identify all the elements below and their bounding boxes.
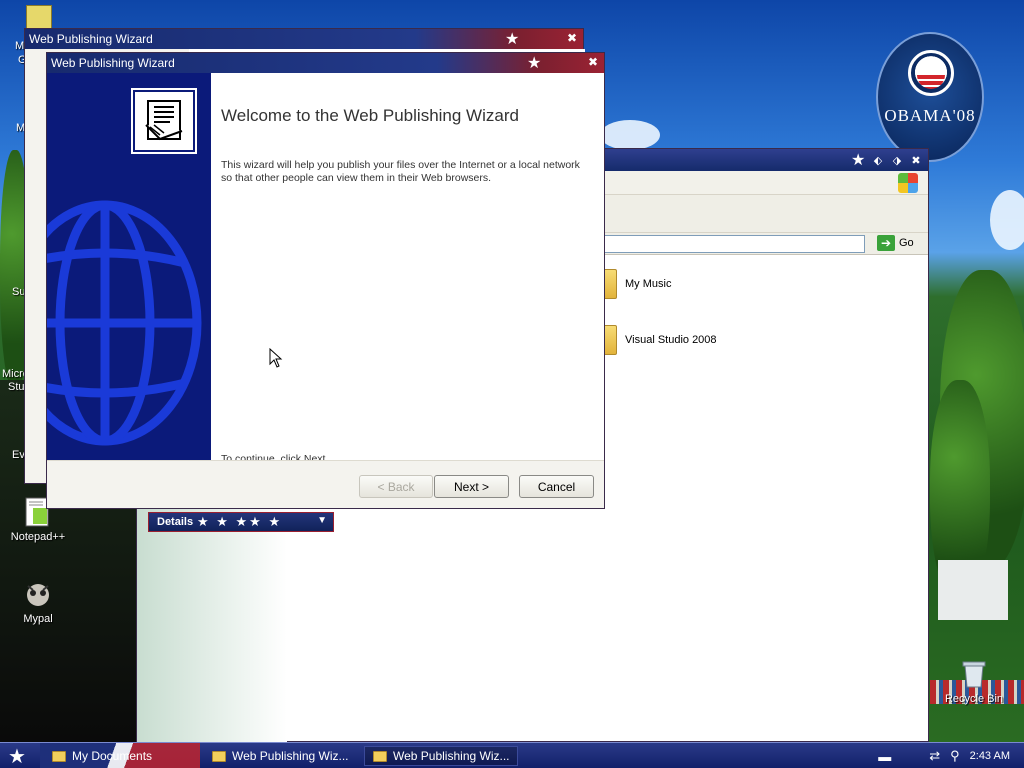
keyboard-icon[interactable]: ▬ xyxy=(878,749,891,764)
folder-icon xyxy=(52,750,66,762)
star-decoration-icon: ★ xyxy=(851,152,866,169)
wizard-window[interactable]: Web Publishing Wizard ★ ✖ Welcome to the… xyxy=(46,52,605,509)
close-icon[interactable]: ✖ xyxy=(908,152,924,168)
folder-icon xyxy=(212,750,226,762)
recycle-bin-icon xyxy=(958,658,990,690)
folder-icon xyxy=(603,269,617,299)
window-title: Web Publishing Wizard xyxy=(29,32,153,46)
desktop-partial-label[interactable]: M xyxy=(15,40,24,52)
desktop-partial-label[interactable]: Ev xyxy=(12,449,25,461)
wizard-intro-text: This wizard will help you publish your f… xyxy=(221,159,580,184)
network-icon[interactable]: ⇄ xyxy=(929,748,940,764)
search-icon[interactable]: ⚲ xyxy=(950,748,960,764)
stars-decoration-icon: ★ ★ ★★ ★ xyxy=(197,514,283,529)
taskbar-item-label: Web Publishing Wiz... xyxy=(393,749,510,763)
go-button[interactable]: ➔ Go xyxy=(877,235,914,251)
obama-logo-icon xyxy=(908,50,954,96)
folder-icon xyxy=(603,325,617,355)
obama-08-badge: OBAMA'08 xyxy=(876,32,984,162)
wizard-heading: Welcome to the Web Publishing Wizard xyxy=(221,106,519,125)
system-tray: ▬ ⇄ ⚲ 2:43 AM xyxy=(878,743,1024,768)
taskbar-item-label: My Documents xyxy=(72,749,153,763)
cancel-button[interactable]: Cancel xyxy=(519,475,594,498)
wizard-body: Welcome to the Web Publishing Wizard Thi… xyxy=(47,73,604,465)
folder-item-visual-studio[interactable]: Visual Studio 2008 xyxy=(603,325,717,355)
wizard-title-bar[interactable]: Web Publishing Wizard ★ ✖ xyxy=(47,53,604,73)
taskbar: ★ My Documents Web Publishing Wiz... Web… xyxy=(0,742,1024,768)
desktop-icon-label: Mypal xyxy=(23,613,53,625)
close-icon[interactable]: ✖ xyxy=(567,31,577,45)
chevron-down-icon[interactable]: ▼ xyxy=(317,515,327,526)
wizard-sidebar xyxy=(47,73,211,460)
minimize-icon[interactable]: ⬖ xyxy=(870,152,886,168)
taskbar-item-wizard-1[interactable]: Web Publishing Wiz... xyxy=(204,746,354,766)
taskbar-item-my-documents[interactable]: My Documents xyxy=(44,746,194,766)
close-icon[interactable]: ✖ xyxy=(588,55,598,69)
details-label: Details xyxy=(157,516,194,528)
go-arrow-icon: ➔ xyxy=(877,235,895,251)
folder-item-label: My Music xyxy=(625,278,672,290)
folder-item-label: Visual Studio 2008 xyxy=(625,334,717,346)
badge-text: OBAMA'08 xyxy=(884,106,976,125)
wizard-back-title-bar[interactable]: Web Publishing Wizard ★ ✖ xyxy=(25,29,583,49)
clock[interactable]: 2:43 AM xyxy=(970,750,1010,762)
windows-flag-icon xyxy=(898,173,918,193)
folder-icon xyxy=(373,750,387,762)
details-panel-header[interactable]: Details ★ ★ ★★ ★ ▼ xyxy=(148,512,334,532)
desktop-icon-label: Notepad++ xyxy=(10,531,66,543)
next-button[interactable]: Next > xyxy=(434,475,509,498)
back-button[interactable]: < Back xyxy=(359,475,433,498)
start-star-icon[interactable]: ★ xyxy=(4,744,30,768)
mypal-icon xyxy=(22,578,54,610)
desktop-icon-label: Recycle Bin xyxy=(944,693,1004,705)
desktop-icon-recycle-bin[interactable]: Recycle Bin xyxy=(936,658,1012,705)
desktop-icon-mypal[interactable]: Mypal xyxy=(0,578,76,625)
web-publishing-icon xyxy=(131,88,197,154)
taskbar-item-label: Web Publishing Wiz... xyxy=(232,749,349,763)
globe-icon xyxy=(47,200,202,446)
star-decoration-icon: ★ xyxy=(527,55,542,72)
wizard-button-bar: < Back Next > Cancel xyxy=(47,460,604,508)
window-title: Web Publishing Wizard xyxy=(51,56,175,70)
go-label: Go xyxy=(899,237,914,249)
star-decoration-icon: ★ xyxy=(505,31,520,48)
taskbar-item-wizard-2[interactable]: Web Publishing Wiz... xyxy=(364,746,518,766)
folder-item-my-music[interactable]: My Music xyxy=(603,269,671,299)
desktop-partial-label[interactable]: Stu xyxy=(8,381,25,393)
mouse-cursor-icon xyxy=(269,348,283,368)
maximize-icon[interactable]: ⬗ xyxy=(889,152,905,168)
